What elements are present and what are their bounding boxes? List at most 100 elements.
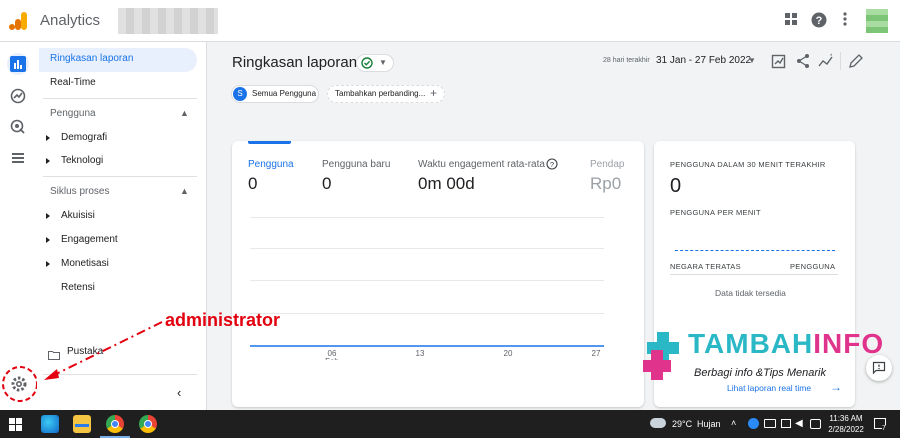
sidebar-section-pengguna[interactable]: Pengguna [50, 108, 96, 119]
realtime-col-users: PENGGUNA [790, 262, 836, 271]
active-tab-indicator [248, 141, 291, 144]
gridline [250, 280, 604, 281]
svg-text:?: ? [816, 15, 823, 27]
divider [43, 176, 197, 177]
annotation-label: administrator [165, 310, 281, 330]
more-vert-icon[interactable] [836, 12, 854, 30]
add-icon: + [430, 86, 438, 100]
segment-label: Semua Pengguna [252, 89, 317, 98]
users-line-chart: 06132027Feb [250, 345, 604, 360]
taskbar-clock[interactable]: 11:36 AM 2/28/2022 [826, 413, 866, 435]
segment-chip[interactable]: S Semua Pengguna [231, 85, 319, 103]
language-icon[interactable] [810, 419, 821, 429]
realtime-report-link[interactable]: Lihat laporan real time [727, 383, 811, 393]
x-tick-label: 13 [416, 349, 425, 358]
sidebar-item-retensi[interactable]: Retensi [61, 282, 95, 293]
watermark-brand-a: TAMBAH [688, 328, 814, 359]
tambahinfo-logo-icon [643, 332, 679, 380]
sidebar-item-demografi[interactable]: Demografi [61, 132, 107, 143]
chrome-icon[interactable] [106, 415, 124, 433]
advertising-icon[interactable] [7, 116, 29, 138]
chevron-up-icon[interactable]: ˄ [731, 418, 736, 428]
clock-date: 2/28/2022 [828, 425, 864, 434]
sidebar-item-label: Ringkasan laporan [50, 53, 134, 64]
metric-label-pengguna-baru[interactable]: Pengguna baru [322, 159, 390, 170]
per-minute-bar-baseline [675, 250, 835, 251]
date-range-label: 28 hari terakhir [603, 57, 650, 64]
tray-app-icon[interactable] [748, 418, 759, 429]
metric-label-waktu-engagement[interactable]: Waktu engagement rata-rata [418, 159, 545, 170]
sidebar-item-engagement[interactable]: Engagement [61, 234, 118, 245]
reports-icon[interactable] [7, 53, 29, 75]
expand-arrow-icon[interactable] [46, 237, 50, 243]
app-title: Analytics [40, 12, 101, 29]
customize-report-icon[interactable] [771, 53, 787, 69]
chevron-up-icon[interactable]: ▲ [180, 108, 189, 118]
realtime-empty-state: Data tidak tersedia [715, 288, 786, 298]
check-circle-icon [361, 57, 373, 69]
volume-icon[interactable]: ◀ [795, 418, 803, 429]
edit-pencil-icon[interactable] [848, 53, 864, 69]
chrome-icon[interactable] [139, 415, 157, 433]
explore-icon[interactable] [7, 85, 29, 107]
expand-arrow-icon[interactable] [46, 261, 50, 267]
divider [670, 274, 838, 275]
windows-taskbar: 29°C Hujan ˄ ◀ 11:36 AM 2/28/2022 7 [0, 410, 900, 438]
insights-icon[interactable]: * [818, 53, 834, 69]
windows-start-icon[interactable] [9, 418, 22, 431]
analytics-logo-icon[interactable] [8, 11, 28, 31]
admin-highlight-circle [2, 366, 38, 402]
battery-icon[interactable] [764, 419, 776, 428]
page-title: Ringkasan laporan [232, 54, 358, 71]
metric-pendapatan-clip: Pendapat Rp0 [590, 156, 624, 196]
account-selector[interactable] [118, 8, 218, 34]
expand-arrow-icon[interactable] [46, 158, 50, 164]
edge-icon[interactable] [41, 415, 59, 433]
help-icon[interactable]: ? [810, 12, 828, 30]
metric-label-pengguna[interactable]: Pengguna [248, 159, 294, 170]
status-dropdown[interactable]: ▼ [356, 54, 394, 72]
configure-icon[interactable] [7, 147, 29, 169]
toolbar-divider [840, 52, 841, 70]
date-range-picker[interactable]: 31 Jan - 27 Feb 2022 [656, 55, 751, 66]
metric-value-pengguna: 0 [248, 174, 258, 193]
expand-arrow-icon[interactable] [46, 135, 50, 141]
gridline [250, 248, 604, 249]
sidebar-item-teknologi[interactable]: Teknologi [61, 155, 103, 166]
gridline [250, 217, 604, 218]
clock-time: 11:36 AM [829, 414, 863, 423]
add-comparison-chip[interactable]: Tambahkan perbanding... + [327, 85, 445, 103]
x-tick-label: 20 [504, 349, 513, 358]
avatar[interactable] [866, 9, 888, 33]
file-explorer-icon[interactable] [73, 415, 91, 433]
chevron-down-icon[interactable]: ▼ [748, 56, 756, 65]
expand-arrow-icon[interactable] [46, 213, 50, 219]
annotation-arrow [44, 321, 163, 380]
sidebar-section-siklus[interactable]: Siklus proses [50, 186, 109, 197]
sidebar-item-monetisasi[interactable]: Monetisasi [61, 258, 109, 269]
help-icon[interactable]: ? [546, 158, 558, 170]
watermark-brand-b: INFO [813, 328, 885, 359]
x-tick-label: 27 [592, 349, 601, 358]
weather-cloud-icon[interactable] [650, 418, 666, 428]
weather-temp[interactable]: 29°C [672, 419, 692, 429]
metric-value-pengguna-baru: 0 [322, 174, 332, 193]
sidebar-item-akuisisi[interactable]: Akuisisi [61, 210, 95, 221]
share-icon[interactable] [795, 53, 811, 69]
svg-text:*: * [830, 54, 833, 60]
notification-count: 7 [882, 425, 886, 432]
app-header: Analytics ? [0, 0, 900, 42]
sidebar-item-realtime[interactable]: Real-Time [50, 77, 96, 88]
watermark-tagline: Berbagi info &Tips Menarik [694, 367, 826, 379]
weather-text[interactable]: Hujan [697, 419, 721, 429]
segment-avatar: S [233, 87, 247, 101]
chevron-up-icon[interactable]: ▲ [180, 186, 189, 196]
realtime-value: 0 [670, 175, 682, 197]
metric-label-pendapatan[interactable]: Pendapat [590, 159, 624, 170]
realtime-heading: PENGGUNA DALAM 30 MENIT TERAKHIR [670, 160, 826, 169]
x-tick-month: Feb [325, 357, 339, 360]
network-icon[interactable] [781, 419, 791, 428]
collapse-sidebar-button[interactable]: ‹ [177, 385, 181, 400]
apps-grid-icon[interactable] [782, 12, 800, 30]
arrow-right-icon[interactable]: → [830, 380, 842, 394]
